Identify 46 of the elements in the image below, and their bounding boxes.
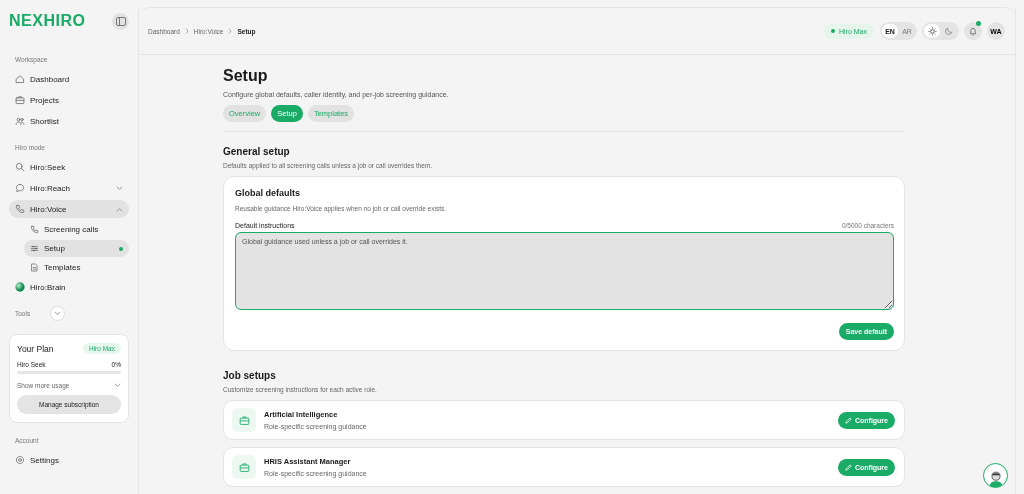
nav-item[interactable]: Hiro:Voice	[9, 200, 129, 218]
section-title: General setup	[223, 146, 291, 157]
briefcase-icon	[232, 408, 256, 432]
orb-icon	[15, 282, 25, 292]
chevron-right-icon	[228, 28, 233, 34]
nav-item[interactable]: Setup	[24, 240, 129, 257]
briefcase-icon	[15, 95, 25, 105]
panel-icon	[115, 16, 126, 26]
settings-icon	[15, 455, 25, 465]
sidebar-toggle-button[interactable]	[112, 12, 129, 30]
page-title: Setup	[223, 67, 269, 85]
phone-icon	[15, 204, 25, 214]
nav-item[interactable]: Projects	[9, 91, 129, 109]
chevron-icon	[116, 185, 123, 191]
notifications-button[interactable]	[964, 22, 982, 40]
chevron-icon	[114, 383, 121, 388]
nav-item[interactable]: Shortlist	[9, 112, 129, 130]
people-icon	[15, 116, 25, 126]
chevron-right-icon	[184, 28, 189, 34]
logo: NEXHIRO	[9, 12, 86, 30]
chat-bubble-icon	[15, 183, 25, 193]
theme-option[interactable]	[924, 24, 940, 38]
nav-item[interactable]: Hiro:Seek	[9, 158, 129, 176]
chevron-icon	[116, 206, 123, 212]
nav-item[interactable]: Screening calls	[24, 221, 129, 238]
pencil-icon	[844, 463, 852, 471]
active-dot	[119, 246, 123, 251]
nav-item[interactable]: Hiro:Reach	[9, 179, 129, 197]
card-title: Global defaults	[235, 188, 301, 198]
search-icon	[15, 162, 25, 172]
sun-icon	[927, 26, 937, 36]
nav-item[interactable]: Settings	[9, 451, 129, 469]
document-icon	[30, 263, 39, 272]
pencil-icon	[844, 416, 852, 424]
section-title: Job setups	[223, 370, 277, 381]
sliders-icon	[30, 244, 39, 253]
home-icon	[15, 74, 25, 84]
bell-icon	[969, 26, 977, 36]
nav-item[interactable]: Hiro:Brain	[9, 278, 129, 296]
chevron-icon	[54, 310, 62, 316]
phone-icon	[30, 225, 39, 234]
moon-icon	[945, 27, 953, 35]
nav-item[interactable]: Templates	[24, 259, 129, 276]
briefcase-icon	[232, 455, 256, 479]
nav-item[interactable]: Dashboard	[9, 70, 129, 88]
plan-title: Your Plan	[17, 343, 54, 354]
